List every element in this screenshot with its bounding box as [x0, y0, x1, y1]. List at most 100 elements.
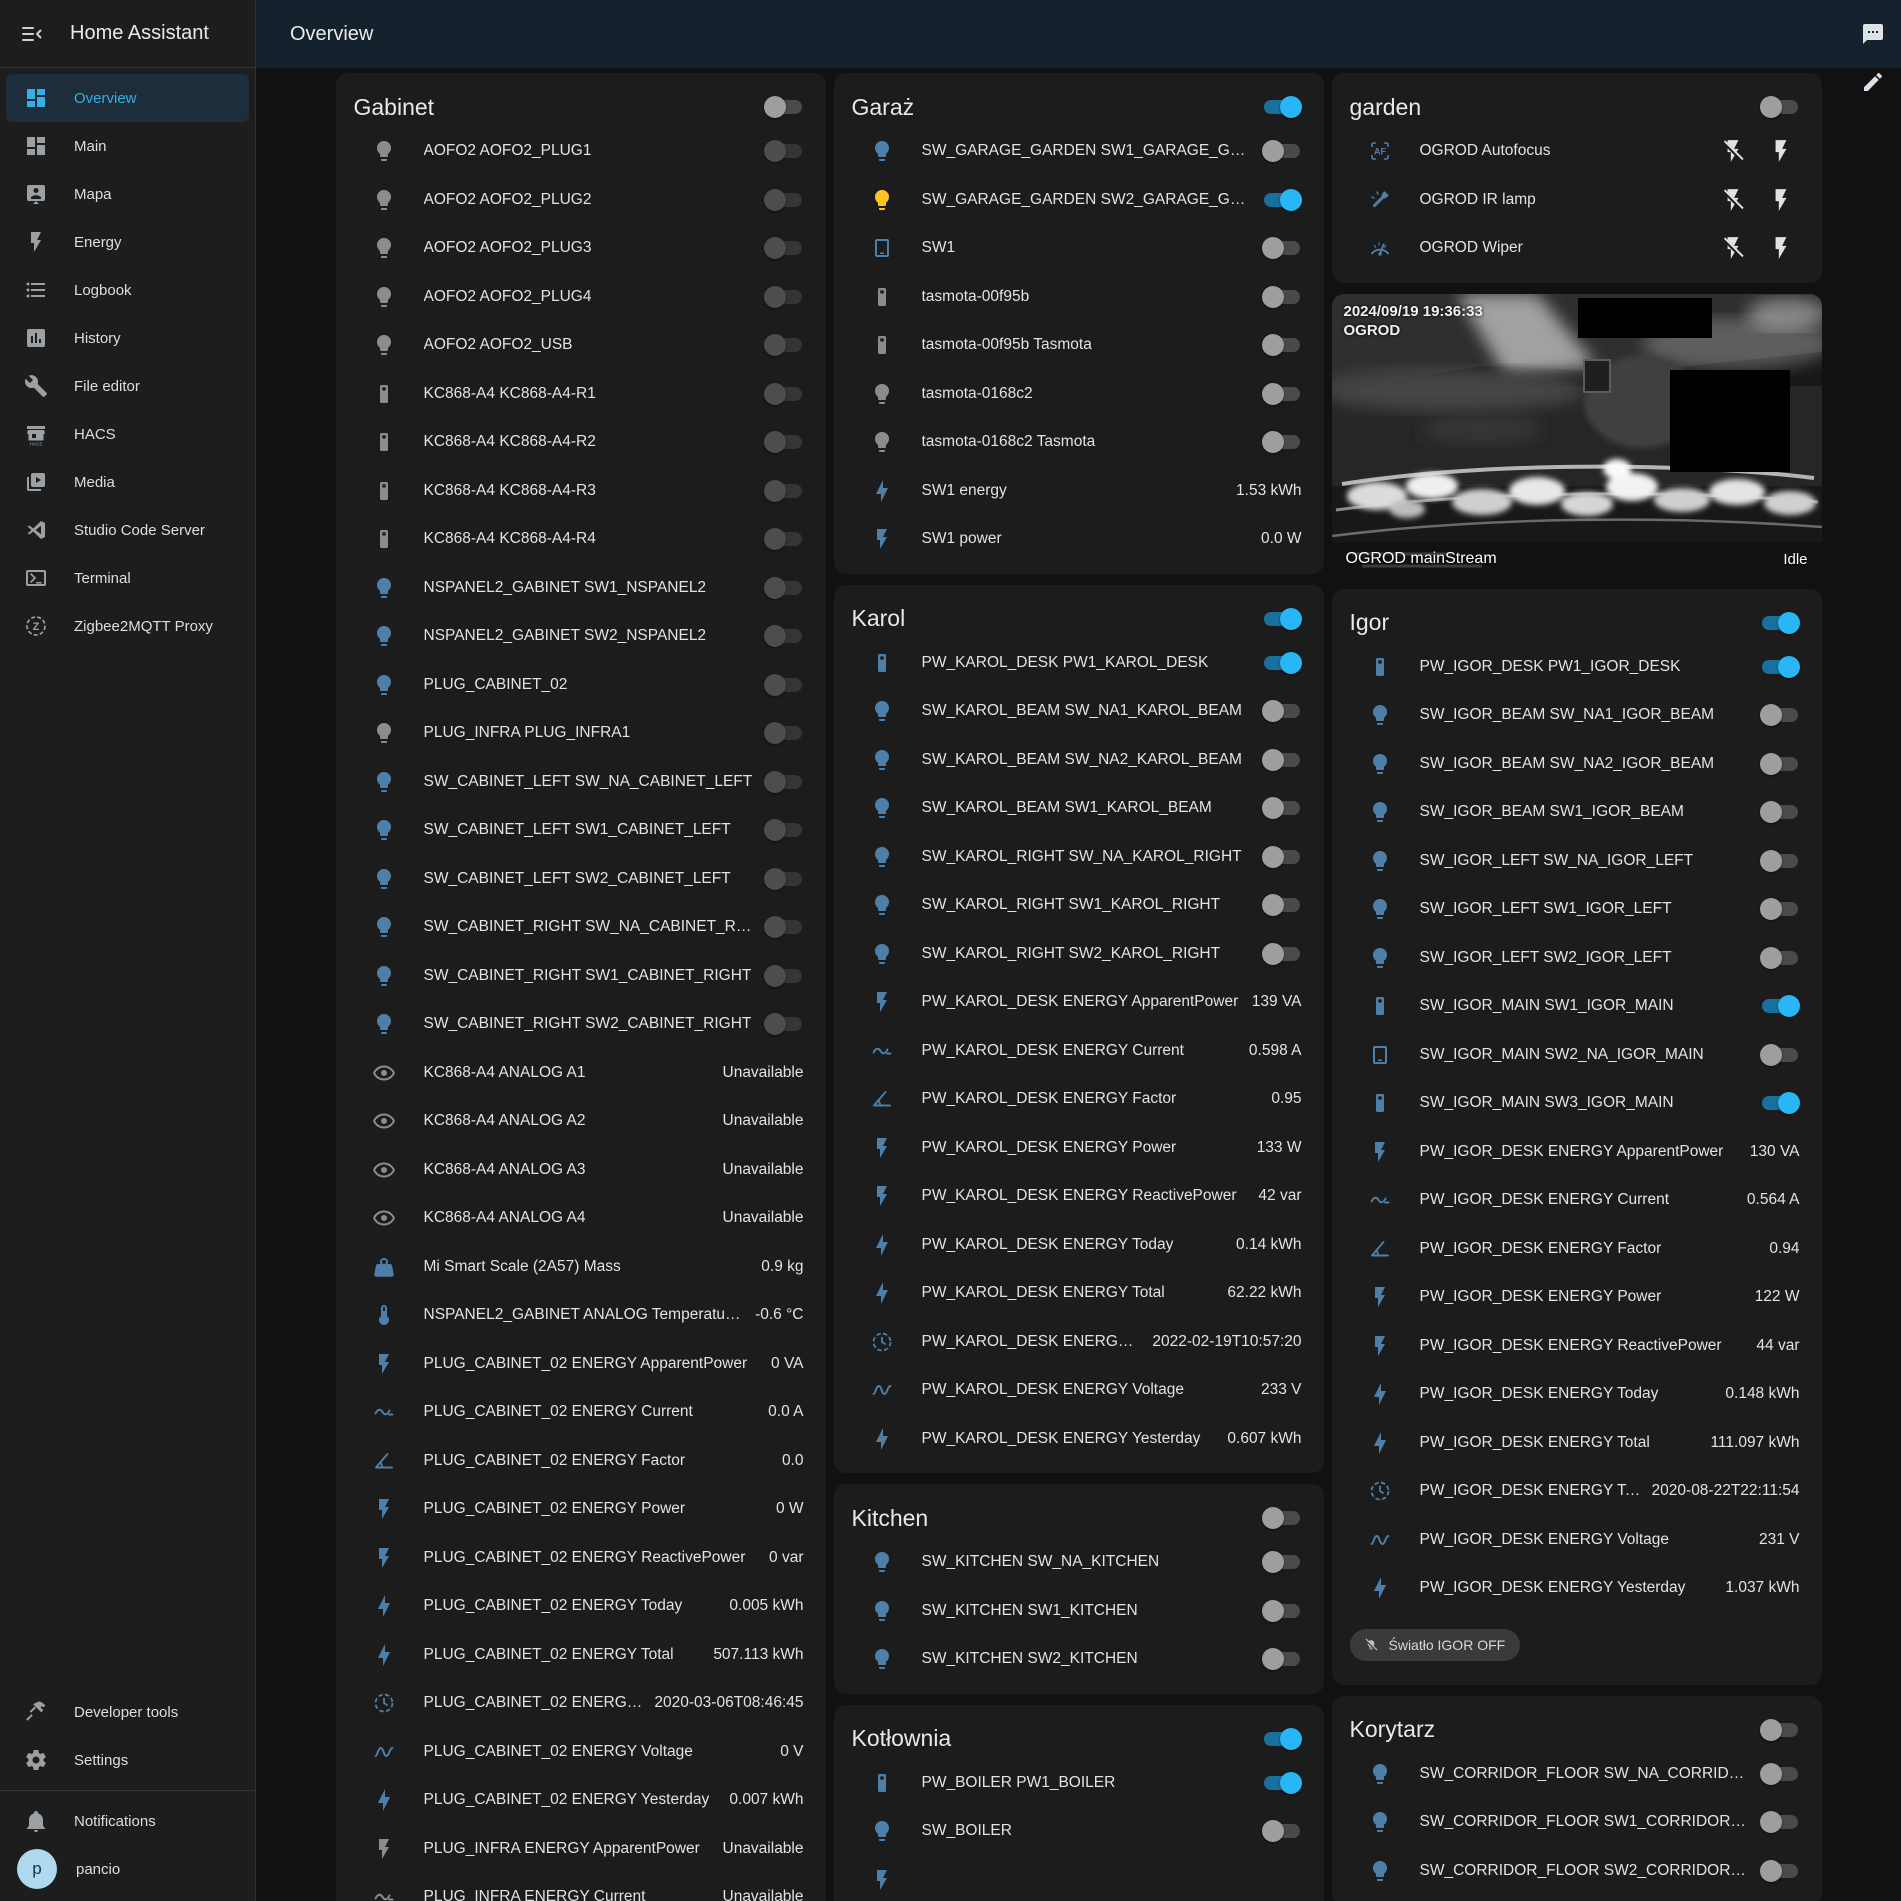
entity-toggle[interactable]	[1262, 431, 1302, 453]
magnify-button[interactable]	[1849, 0, 1897, 10]
flash-on-button[interactable]	[1768, 235, 1794, 261]
entity-toggle[interactable]	[1262, 1772, 1302, 1794]
entity-toggle[interactable]	[1760, 1811, 1800, 1833]
entity-toggle[interactable]	[764, 140, 804, 162]
entity-toggle[interactable]	[764, 528, 804, 550]
entity-toggle[interactable]	[764, 334, 804, 356]
chat-button[interactable]	[1849, 10, 1897, 58]
entity-toggle[interactable]	[1760, 1763, 1800, 1785]
entity-toggle[interactable]	[1760, 704, 1800, 726]
entity-toggle[interactable]	[1262, 894, 1302, 916]
sidebar-item-developer-tools[interactable]: Developer tools	[6, 1688, 249, 1736]
sidebar-item-studio-code-server[interactable]: Studio Code Server	[6, 506, 249, 554]
entity-name: PLUG_CABINET_02 ENERGY Voltage	[424, 1743, 781, 1761]
pencil-button[interactable]	[1849, 58, 1897, 106]
card-toggle-korytarz[interactable]	[1760, 1719, 1800, 1741]
entity-toggle[interactable]	[1760, 850, 1800, 872]
sidebar-item-settings[interactable]: Settings	[6, 1736, 249, 1784]
sidebar-item-terminal[interactable]: Terminal	[6, 554, 249, 602]
entity-toggle[interactable]	[1760, 1860, 1800, 1882]
card-toggle-garden[interactable]	[1760, 96, 1800, 118]
flash-icon	[870, 1184, 894, 1208]
flash-off-button[interactable]	[1720, 235, 1746, 261]
entity-toggle[interactable]	[1760, 995, 1800, 1017]
entity-name: PLUG_CABINET_02 ENERGY Current	[424, 1403, 769, 1421]
sidebar-item-energy[interactable]: Energy	[6, 218, 249, 266]
sidebar-item-file-editor[interactable]: File editor	[6, 362, 249, 410]
sidebar-item-hacs[interactable]: HACSHACS	[6, 410, 249, 458]
card-toggle-karol[interactable]	[1262, 608, 1302, 630]
sidebar-item-logbook[interactable]: Logbook	[6, 266, 249, 314]
entity-toggle[interactable]	[764, 189, 804, 211]
sidebar-item-zigbee2mqtt-proxy[interactable]: ZZigbee2MQTT Proxy	[6, 602, 249, 650]
sidebar-item-notifications[interactable]: Notifications	[6, 1797, 249, 1845]
sidebar-item-overview[interactable]: Overview	[6, 74, 249, 122]
entity-toggle[interactable]	[1760, 753, 1800, 775]
entity-toggle[interactable]	[764, 625, 804, 647]
entity-row: PW_KAROL_DESK ENERGY Factor0.95	[834, 1075, 1324, 1124]
menu-open-icon[interactable]	[20, 22, 44, 46]
card-toggle-gabinet[interactable]	[764, 96, 804, 118]
current-icon	[870, 1039, 894, 1063]
entity-toggle[interactable]	[764, 577, 804, 599]
entity-name: KC868-A4 ANALOG A2	[424, 1112, 723, 1130]
sidebar-item-main[interactable]: Main	[6, 122, 249, 170]
toggle-knob	[1760, 1719, 1782, 1741]
entity-toggle[interactable]	[1262, 189, 1302, 211]
entity-toggle[interactable]	[764, 286, 804, 308]
entity-toggle[interactable]	[1262, 749, 1302, 771]
entity-toggle[interactable]	[764, 965, 804, 987]
entity-toggle[interactable]	[1760, 801, 1800, 823]
flash-off-button[interactable]	[1720, 138, 1746, 164]
entity-toggle[interactable]	[1262, 797, 1302, 819]
entity-toggle[interactable]	[1760, 1044, 1800, 1066]
sidebar-item-history[interactable]: History	[6, 314, 249, 362]
entity-toggle[interactable]	[1262, 383, 1302, 405]
entity-toggle[interactable]	[764, 674, 804, 696]
entity-toggle[interactable]	[1262, 846, 1302, 868]
sidebar-item-mapa[interactable]: Mapa	[6, 170, 249, 218]
toggle-knob	[1280, 652, 1302, 674]
entity-toggle[interactable]	[1262, 286, 1302, 308]
entity-toggle[interactable]	[1262, 1648, 1302, 1670]
entity-toggle[interactable]	[1760, 1092, 1800, 1114]
entity-toggle[interactable]	[1262, 334, 1302, 356]
camera-card[interactable]: 2024/09/19 19:36:33OGRODOGROD mainStream…	[1332, 294, 1822, 578]
flash-off-button[interactable]	[1720, 187, 1746, 213]
sidebar-item-media[interactable]: Media	[6, 458, 249, 506]
entity-toggle[interactable]	[764, 431, 804, 453]
entity-toggle[interactable]	[764, 868, 804, 890]
flash-on-button[interactable]	[1768, 187, 1794, 213]
entity-toggle[interactable]	[764, 771, 804, 793]
sidebar-item-label: Media	[74, 474, 115, 491]
entity-toggle[interactable]	[764, 819, 804, 841]
card-toggle-gara[interactable]	[1262, 96, 1302, 118]
entity-toggle[interactable]	[1262, 652, 1302, 674]
entity-toggle[interactable]	[1760, 656, 1800, 678]
entity-name: PW_IGOR_DESK ENERGY Power	[1420, 1288, 1755, 1306]
entity-toggle[interactable]	[764, 916, 804, 938]
card-toggle-igor[interactable]	[1760, 612, 1800, 634]
entity-toggle[interactable]	[1262, 943, 1302, 965]
card-toggle-kitchen[interactable]	[1262, 1507, 1302, 1529]
flash-on-button[interactable]	[1768, 138, 1794, 164]
clock-icon	[372, 1691, 396, 1715]
entity-toggle[interactable]	[1262, 237, 1302, 259]
entity-toggle[interactable]	[1262, 140, 1302, 162]
entity-toggle[interactable]	[1760, 898, 1800, 920]
entity-toggle[interactable]	[1262, 1600, 1302, 1622]
entity-toggle[interactable]	[764, 722, 804, 744]
entity-actions	[1720, 187, 1794, 213]
entity-toggle[interactable]	[1760, 947, 1800, 969]
entity-toggle[interactable]	[764, 1013, 804, 1035]
automation-chip[interactable]: Światło IGOR OFF	[1350, 1629, 1521, 1661]
entity-toggle[interactable]	[1262, 700, 1302, 722]
card-toggle-kot-ownia[interactable]	[1262, 1728, 1302, 1750]
sidebar-item-user[interactable]: p pancio	[6, 1845, 249, 1893]
entity-toggle[interactable]	[1262, 1820, 1302, 1842]
entity-toggle[interactable]	[1262, 1551, 1302, 1573]
powerstrip-icon	[1368, 994, 1392, 1018]
entity-toggle[interactable]	[764, 383, 804, 405]
entity-toggle[interactable]	[764, 237, 804, 259]
entity-toggle[interactable]	[764, 480, 804, 502]
